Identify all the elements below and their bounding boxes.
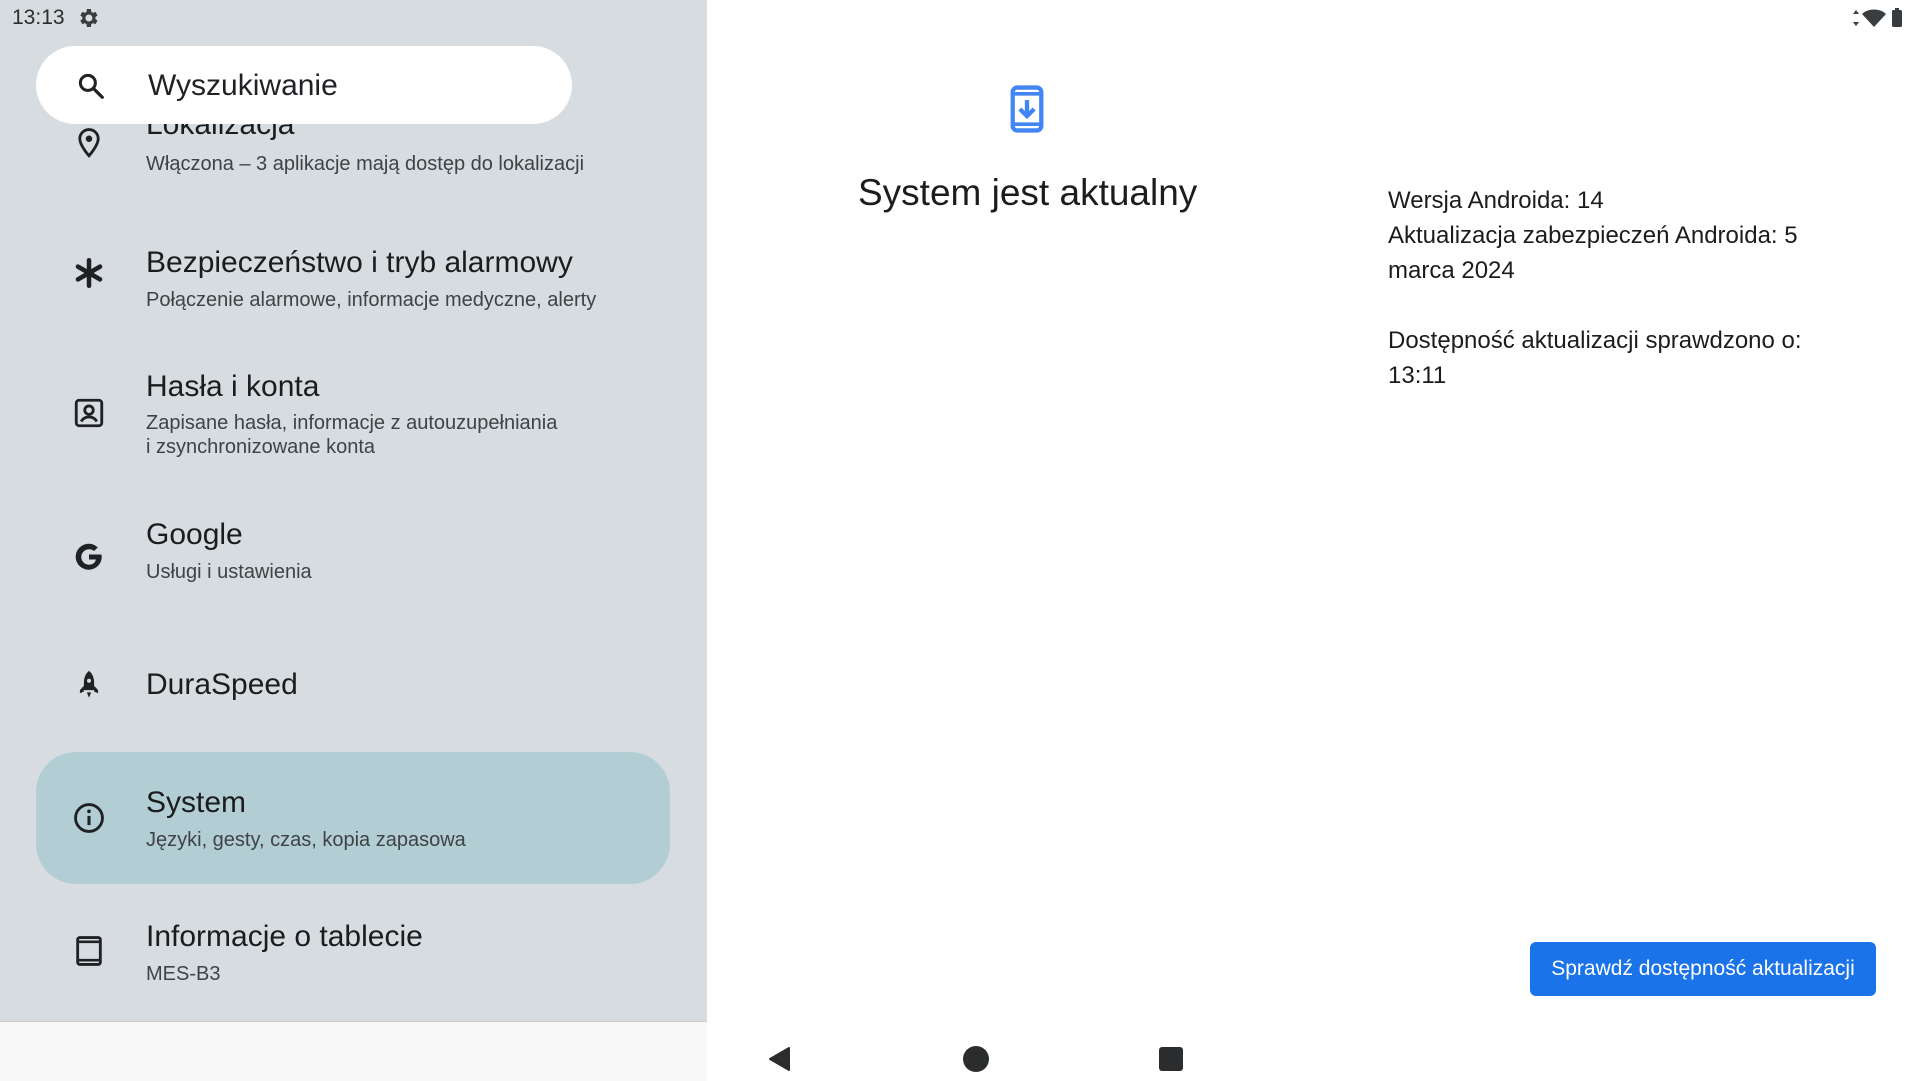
security-update-line1: Aktualizacja zabezpieczeń Androida: 5 bbox=[1388, 222, 1798, 249]
system-update-icon bbox=[1010, 85, 1044, 133]
info-icon bbox=[74, 803, 104, 833]
left-bottom-strip bbox=[0, 1021, 707, 1081]
settings-item-subtitle: Włączona – 3 aplikacje mają dostęp do lo… bbox=[146, 153, 585, 175]
settings-item-subtitle: MES-B3 bbox=[146, 963, 221, 985]
settings-item-passwords-accounts[interactable]: Hasła i konta Zapisane hasła, informacje… bbox=[36, 360, 670, 480]
search-bar[interactable] bbox=[36, 46, 572, 126]
settings-list-pane: 13:13 Lokalizacja Włączona – 3 aplikacje… bbox=[0, 0, 707, 1021]
search-icon bbox=[78, 73, 104, 99]
settings-item-about-tablet[interactable]: Informacje o tablecie MES-B3 bbox=[36, 900, 670, 1000]
status-time: 13:13 bbox=[12, 6, 65, 29]
location-pin-icon bbox=[78, 128, 100, 158]
settings-item-subtitle: Usługi i ustawienia bbox=[146, 561, 312, 583]
settings-item-title: DuraSpeed bbox=[146, 668, 298, 701]
settings-item-subtitle-line1: Zapisane hasła, informacje z autouzupełn… bbox=[146, 412, 558, 434]
asterisk-icon bbox=[75, 257, 103, 289]
settings-item-title: Hasła i konta bbox=[146, 370, 320, 403]
nav-recents-icon[interactable] bbox=[1156, 1044, 1186, 1074]
status-icons bbox=[1853, 8, 1902, 27]
settings-gear-icon bbox=[80, 9, 98, 27]
rocket-icon bbox=[79, 670, 99, 698]
nav-home-icon[interactable] bbox=[961, 1044, 991, 1074]
update-info: Wersja Androida: 14 Aktualizacja zabezpi… bbox=[1388, 183, 1848, 393]
settings-item-subtitle: Połączenie alarmowe, informacje medyczne… bbox=[146, 289, 597, 311]
tablet-icon bbox=[76, 936, 102, 966]
settings-item-system[interactable]: System Języki, gesty, czas, kopia zapaso… bbox=[36, 752, 670, 884]
nav-back-icon[interactable] bbox=[766, 1044, 796, 1074]
settings-item-subtitle-line2: i zsynchronizowane konta bbox=[146, 436, 376, 458]
wifi-icon bbox=[1862, 9, 1886, 27]
settings-item-subtitle: Języki, gesty, czas, kopia zapasowa bbox=[146, 829, 466, 851]
security-update-line2: marca 2024 bbox=[1388, 257, 1515, 284]
google-g-icon bbox=[75, 543, 102, 570]
settings-item-duraspeed[interactable]: DuraSpeed bbox=[36, 640, 670, 730]
page-title: System jest aktualny bbox=[858, 172, 1198, 213]
settings-item-title: Google bbox=[146, 518, 243, 551]
check-for-update-button[interactable]: Sprawdź dostępność aktualizacji bbox=[1530, 942, 1876, 996]
settings-item-google[interactable]: Google Usługi i ustawienia bbox=[36, 510, 670, 610]
search-input[interactable] bbox=[146, 46, 550, 126]
settings-item-title: Bezpieczeństwo i tryb alarmowy bbox=[146, 246, 573, 279]
data-arrows-icon bbox=[1853, 10, 1859, 26]
settings-item-safety[interactable]: Bezpieczeństwo i tryb alarmowy Połączeni… bbox=[36, 230, 670, 330]
android-version: Wersja Androida: 14 bbox=[1388, 187, 1604, 214]
last-checked-line2: 13:11 bbox=[1388, 362, 1447, 389]
battery-icon bbox=[1892, 8, 1902, 27]
settings-item-title: System bbox=[146, 786, 247, 819]
last-checked-line1: Dostępność aktualizacji sprawdzono o: bbox=[1388, 327, 1802, 354]
account-box-icon bbox=[74, 398, 104, 428]
settings-item-title: Informacje o tablecie bbox=[146, 920, 423, 953]
